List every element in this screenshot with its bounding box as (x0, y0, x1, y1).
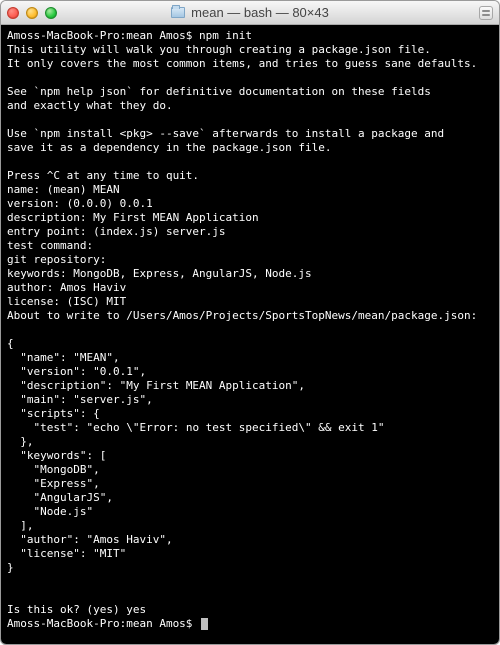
titlebar-right (479, 6, 493, 20)
window-title: mean — bash — 80×43 (1, 5, 499, 20)
line-intro1: This utility will walk you through creat… (7, 43, 431, 56)
json-keywords-open: "keywords": [ (7, 449, 106, 462)
zoom-button[interactable] (45, 7, 57, 19)
line-entry: entry point: (index.js) server.js (7, 225, 226, 238)
line-version: version: (0.0.0) 0.0.1 (7, 197, 153, 210)
json-keywords-close: ], (7, 519, 34, 532)
json-license: "license": "MIT" (7, 547, 126, 560)
json-scripts-open: "scripts": { (7, 407, 100, 420)
json-kw-nodejs: "Node.js" (7, 505, 93, 518)
line-see2: and exactly what they do. (7, 99, 173, 112)
json-version: "version": "0.0.1", (7, 365, 146, 378)
titlebar: mean — bash — 80×43 (1, 1, 499, 25)
json-name: "name": "MEAN", (7, 351, 120, 364)
line-intro2: It only covers the most common items, an… (7, 57, 477, 70)
json-open: { (7, 337, 14, 350)
line-use2: save it as a dependency in the package.j… (7, 141, 332, 154)
line-about-write: About to write to /Users/Amos/Projects/S… (7, 309, 477, 322)
window-title-text: mean — bash — 80×43 (191, 5, 329, 20)
json-close: } (7, 561, 14, 574)
line-test: test command: (7, 239, 93, 252)
traffic-lights (7, 7, 57, 19)
json-kw-angularjs: "AngularJS", (7, 491, 113, 504)
proxy-icon[interactable] (479, 6, 493, 20)
terminal-content[interactable]: Amoss-MacBook-Pro:mean Amos$ npm init Th… (1, 25, 499, 644)
line-keywords: keywords: MongoDB, Express, AngularJS, N… (7, 267, 312, 280)
line-git: git repository: (7, 253, 106, 266)
minimize-button[interactable] (26, 7, 38, 19)
line-press: Press ^C at any time to quit. (7, 169, 199, 182)
line-prompt-end: Amoss-MacBook-Pro:mean Amos$ (7, 617, 199, 630)
line-description: description: My First MEAN Application (7, 211, 259, 224)
line-name: name: (mean) MEAN (7, 183, 120, 196)
line-prompt-start: Amoss-MacBook-Pro:mean Amos$ npm init (7, 29, 252, 42)
cursor-block (201, 618, 208, 630)
close-button[interactable] (7, 7, 19, 19)
folder-icon (171, 7, 185, 18)
json-author: "author": "Amos Haviv", (7, 533, 173, 546)
json-kw-express: "Express", (7, 477, 100, 490)
json-description: "description": "My First MEAN Applicatio… (7, 379, 305, 392)
json-main: "main": "server.js", (7, 393, 153, 406)
line-author: author: Amos Haviv (7, 281, 126, 294)
json-scripts-close: }, (7, 435, 34, 448)
line-license: license: (ISC) MIT (7, 295, 126, 308)
line-confirm: Is this ok? (yes) yes (7, 603, 146, 616)
line-see1: See `npm help json` for definitive docum… (7, 85, 431, 98)
json-kw-mongodb: "MongoDB", (7, 463, 100, 476)
terminal-window: mean — bash — 80×43 Amoss-MacBook-Pro:me… (0, 0, 500, 645)
line-use1: Use `npm install <pkg> --save` afterward… (7, 127, 444, 140)
json-test: "test": "echo \"Error: no test specified… (7, 421, 385, 434)
